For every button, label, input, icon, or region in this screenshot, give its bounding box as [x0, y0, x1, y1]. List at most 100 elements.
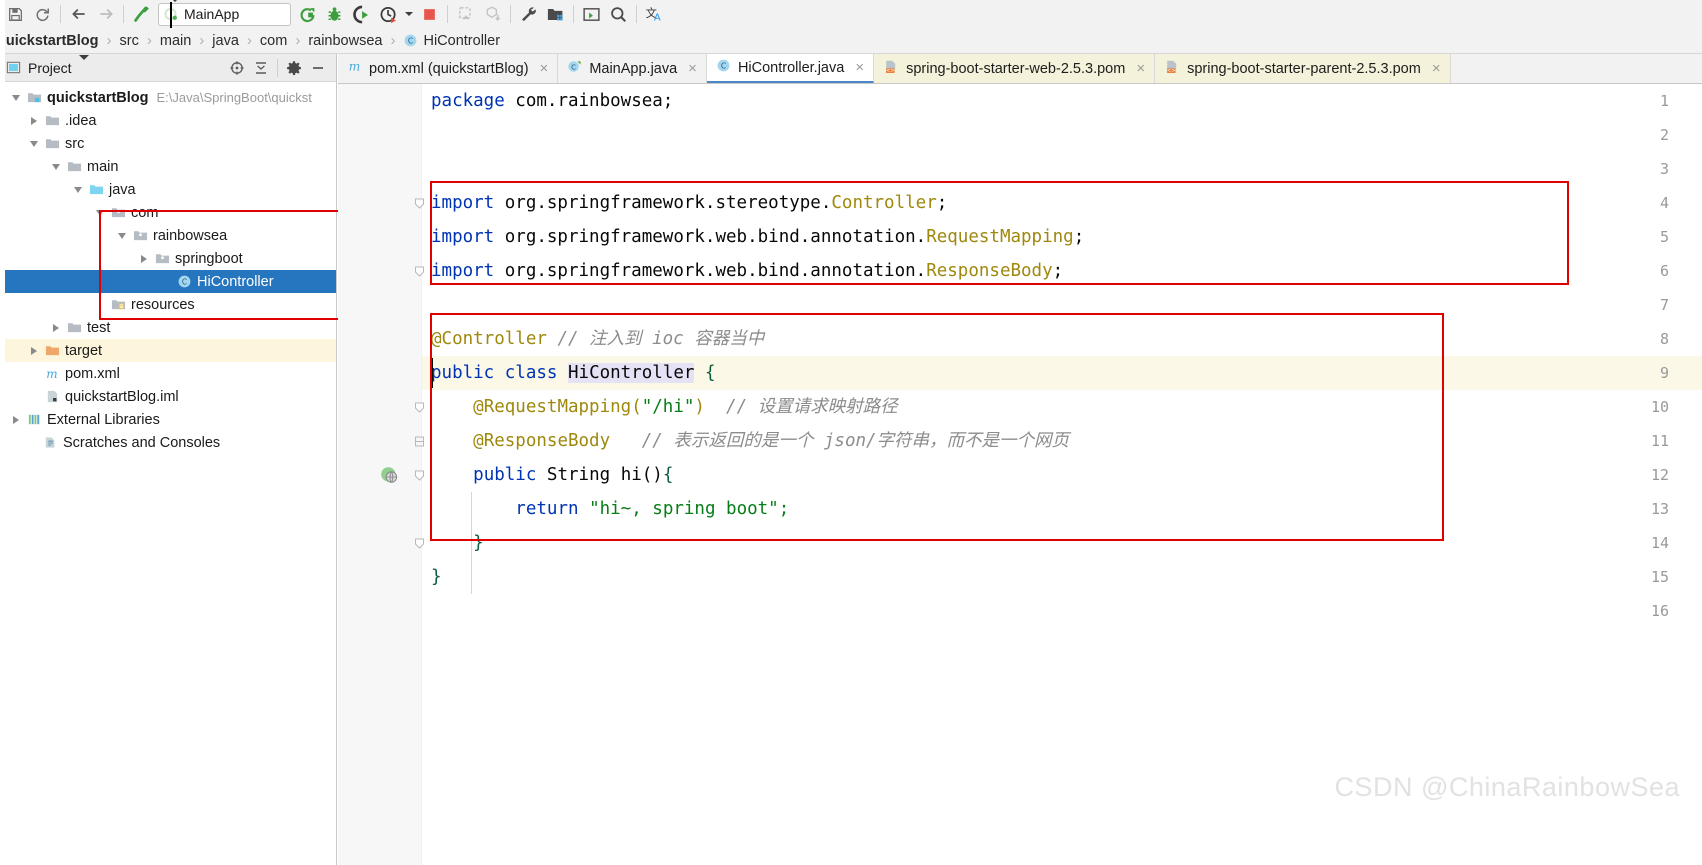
line-number: 13	[1650, 500, 1669, 518]
breadcrumb-item-main[interactable]: main	[160, 33, 191, 49]
code-editor[interactable]: 1 2 3 4 5 6 7 8 9 10 11 12 13 14 15 16 p…	[338, 84, 1702, 865]
close-icon[interactable]: ×	[688, 60, 697, 77]
chevron-down-icon[interactable]	[8, 94, 24, 101]
tree-item-com[interactable]: com	[0, 201, 336, 224]
hide-panel-icon[interactable]	[306, 56, 330, 80]
tree-item-test[interactable]: test	[0, 316, 336, 339]
tree-item-src[interactable]: src	[0, 132, 336, 155]
commit-icon[interactable]	[479, 1, 506, 27]
annotation-responsebody: @ResponseBody	[473, 431, 611, 451]
class-icon: C	[174, 274, 194, 289]
search-everywhere-icon[interactable]	[605, 1, 632, 27]
svg-text:C: C	[181, 277, 186, 286]
update-project-icon[interactable]	[452, 1, 479, 27]
translate-icon[interactable]: 文A	[641, 1, 668, 27]
terminal-icon[interactable]	[578, 1, 605, 27]
chevron-down-icon[interactable]	[48, 163, 64, 170]
breadcrumb-item-com[interactable]: com	[260, 33, 287, 49]
chevron-down-icon[interactable]	[78, 55, 89, 75]
chevron-down-icon[interactable]	[402, 1, 416, 27]
tree-item-java[interactable]: java	[0, 178, 336, 201]
select-opened-file-icon[interactable]	[225, 56, 249, 80]
line-number: 5	[1659, 228, 1669, 246]
breadcrumb-separator: ›	[106, 32, 112, 49]
project-structure-icon[interactable]	[542, 1, 569, 27]
editor-tab-mainapp-java[interactable]: C MainApp.java ×	[558, 54, 707, 83]
keyword-package: package	[431, 91, 505, 111]
chevron-down-icon[interactable]	[114, 232, 130, 239]
chevron-down-icon[interactable]	[70, 186, 86, 193]
stop-icon[interactable]	[416, 1, 443, 27]
keyword-return: return	[515, 499, 579, 519]
settings-wrench-icon[interactable]	[515, 1, 542, 27]
tree-item-scratches-and-consoles[interactable]: Scratches and Consoles	[0, 431, 336, 454]
tree-item-springboot[interactable]: springboot	[0, 247, 336, 270]
run-icon[interactable]	[294, 1, 321, 27]
excluded-folder-icon	[42, 343, 62, 358]
gear-icon[interactable]	[282, 56, 306, 80]
navigate-back-icon[interactable]	[65, 1, 92, 27]
close-icon[interactable]: ×	[540, 60, 549, 77]
fold-marker[interactable]	[414, 469, 425, 481]
fold-marker[interactable]	[414, 435, 425, 447]
tree-item-iml[interactable]: quickstartBlog.iml	[0, 385, 336, 408]
breadcrumb-item-java[interactable]: java	[212, 33, 239, 49]
fold-marker[interactable]	[414, 537, 425, 549]
editor-tab-hicontroller-java[interactable]: C HiController.java ×	[706, 54, 875, 83]
code-line-13: return "hi~, spring boot";	[431, 492, 789, 526]
chevron-right-icon[interactable]	[136, 254, 152, 263]
tree-item-target[interactable]: target	[0, 339, 336, 362]
class-icon: C	[716, 58, 731, 77]
web-endpoint-globe-icon[interactable]	[380, 466, 399, 488]
tree-item-label: target	[65, 342, 103, 359]
debug-icon[interactable]	[321, 1, 348, 27]
project-tree: quickstartBlog E:\Java\SpringBoot\quicks…	[0, 82, 336, 454]
paren-close: )	[694, 397, 705, 417]
tree-item-resources[interactable]: resources	[0, 293, 336, 316]
save-all-icon[interactable]	[2, 1, 29, 27]
chevron-right-icon[interactable]	[26, 116, 42, 125]
sync-refresh-icon[interactable]	[29, 1, 56, 27]
profiler-icon[interactable]	[375, 1, 402, 27]
tree-item-hicontroller[interactable]: C HiController	[0, 270, 336, 293]
tree-item-idea[interactable]: .idea	[0, 109, 336, 132]
code-content[interactable]: package com.rainbowsea; import org.sprin…	[431, 84, 1084, 865]
chevron-right-icon[interactable]	[48, 323, 64, 332]
tree-item-external-libraries[interactable]: External Libraries	[0, 408, 336, 431]
fold-marker[interactable]	[414, 401, 425, 413]
breadcrumb-item-hicontroller[interactable]: C HiController	[403, 33, 500, 49]
fold-marker[interactable]	[414, 197, 425, 209]
close-icon[interactable]: ×	[1136, 60, 1145, 77]
tree-item-label: src	[65, 135, 85, 152]
string-return-value: "hi~, spring boot";	[589, 499, 790, 519]
breadcrumb-item-project[interactable]: quickstartBlog	[0, 33, 99, 49]
run-configuration-selector[interactable]: MainApp	[158, 0, 291, 32]
build-hammer-icon[interactable]	[128, 1, 155, 27]
collapse-all-icon[interactable]	[249, 56, 273, 80]
chevron-down-icon[interactable]	[92, 209, 108, 216]
navigate-forward-icon[interactable]	[92, 1, 119, 27]
editor-tab-label: HiController.java	[737, 59, 845, 76]
breadcrumb-item-rainbowsea[interactable]: rainbowsea	[308, 33, 382, 49]
fold-marker[interactable]	[414, 265, 425, 277]
run-with-coverage-icon[interactable]	[348, 1, 375, 27]
close-icon[interactable]: ×	[855, 59, 864, 76]
import-package: org.springframework.stereotype.	[494, 193, 832, 213]
editor-tab-pom-xml[interactable]: m pom.xml (quickstartBlog) ×	[338, 54, 559, 83]
tree-item-pom-xml[interactable]: m pom.xml	[0, 362, 336, 385]
editor-tab-spring-boot-starter-web[interactable]: <> spring-boot-starter-web-2.5.3.pom ×	[874, 54, 1156, 83]
tree-item-rainbowsea[interactable]: rainbowsea	[0, 224, 336, 247]
package-icon	[130, 228, 150, 243]
tree-item-quickstartblog[interactable]: quickstartBlog E:\Java\SpringBoot\quicks…	[0, 86, 336, 109]
line-number: 3	[1659, 160, 1669, 178]
annotation-requestmapping: @RequestMapping(	[473, 397, 642, 417]
tree-item-main[interactable]: main	[0, 155, 336, 178]
chevron-right-icon[interactable]	[26, 346, 42, 355]
breadcrumb-item-src[interactable]: src	[120, 33, 139, 49]
tree-item-label: External Libraries	[47, 411, 160, 428]
chevron-down-icon[interactable]	[26, 140, 42, 147]
editor-tab-spring-boot-starter-parent[interactable]: <> spring-boot-starter-parent-2.5.3.pom …	[1155, 54, 1451, 83]
close-icon[interactable]: ×	[1432, 60, 1441, 77]
chevron-right-icon[interactable]	[8, 415, 24, 424]
code-line-14: }	[431, 526, 484, 560]
